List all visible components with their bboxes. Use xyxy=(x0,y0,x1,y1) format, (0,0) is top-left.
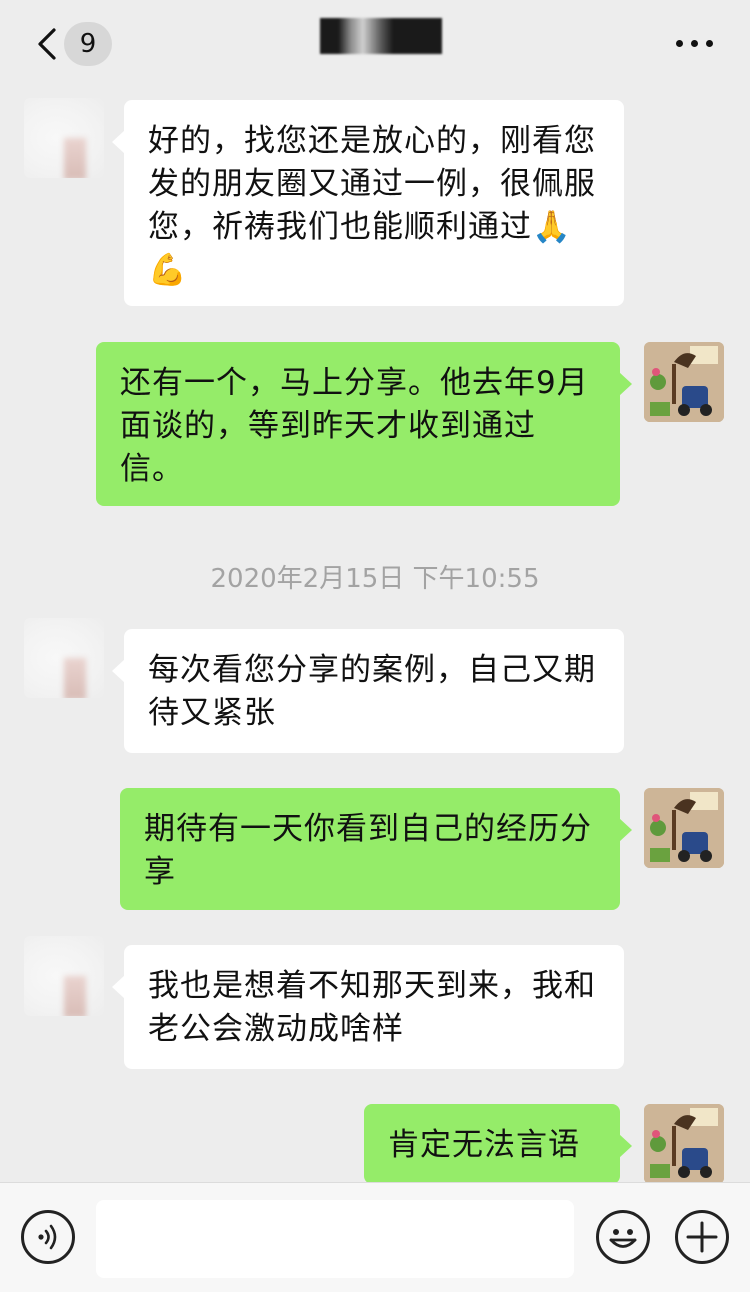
chat-header: 9 xyxy=(0,0,750,88)
contact-avatar[interactable] xyxy=(24,936,104,1016)
message-text: 期待有一天你看到自己的经历分享 xyxy=(144,811,592,890)
plus-circle-icon xyxy=(686,1221,718,1253)
message-text: 还有一个，马上分享。他去年9月面谈的，等到昨天才收到通过信。 xyxy=(120,365,589,487)
my-avatar[interactable] xyxy=(644,788,724,868)
message-bubble-incoming[interactable]: 每次看您分享的案例，自己又期待又紧张 xyxy=(112,629,624,753)
message-text: 每次看您分享的案例，自己又期待又紧张 xyxy=(148,652,596,731)
avatar-photo-icon xyxy=(644,342,724,422)
emoji-button[interactable] xyxy=(596,1210,650,1264)
input-bar xyxy=(0,1182,750,1292)
message-bubble-outgoing[interactable]: 还有一个，马上分享。他去年9月面谈的，等到昨天才收到通过信。 xyxy=(96,342,632,506)
back-button[interactable]: 9 xyxy=(28,22,118,66)
voice-button[interactable] xyxy=(21,1210,75,1264)
more-options-button[interactable] xyxy=(672,26,716,60)
my-avatar[interactable] xyxy=(644,1104,724,1182)
chevron-left-icon xyxy=(38,28,56,60)
message-bubble-outgoing[interactable]: 肯定无法言语 xyxy=(364,1104,632,1182)
message-text: 我也是想着不知那天到来，我和老公会激动成啥样 xyxy=(148,968,596,1047)
my-avatar[interactable] xyxy=(644,342,724,422)
message-bubble-incoming[interactable]: 我也是想着不知那天到来，我和老公会激动成啥样 xyxy=(112,945,624,1069)
message-bubble-outgoing[interactable]: 期待有一天你看到自己的经历分享 xyxy=(120,788,632,910)
avatar-photo-icon xyxy=(644,1104,724,1182)
message-bubble-incoming[interactable]: 好的，找您还是放心的，刚看您发的朋友圈又通过一例，很佩服您，祈祷我们也能顺利通过… xyxy=(112,100,624,306)
add-button[interactable] xyxy=(675,1210,729,1264)
message-input[interactable] xyxy=(96,1200,574,1278)
contact-avatar[interactable] xyxy=(24,98,104,178)
avatar-photo-icon xyxy=(644,788,724,868)
message-timestamp: 2020年2月15日 下午10:55 xyxy=(210,564,540,594)
voice-icon xyxy=(38,1224,57,1250)
emoji-smile-icon xyxy=(609,1229,637,1248)
message-text: 好的，找您还是放心的，刚看您发的朋友圈又通过一例，很佩服您，祈祷我们也能顺利通过… xyxy=(148,123,596,288)
unread-count-badge: 9 xyxy=(64,22,112,66)
message-text: 肯定无法言语 xyxy=(388,1127,580,1163)
message-list[interactable]: 好的，找您还是放心的，刚看您发的朋友圈又通过一例，很佩服您，祈祷我们也能顺利通过… xyxy=(0,88,750,1182)
contact-avatar[interactable] xyxy=(24,618,104,698)
more-dots-icon xyxy=(676,40,683,47)
chat-title-redacted xyxy=(320,18,442,54)
